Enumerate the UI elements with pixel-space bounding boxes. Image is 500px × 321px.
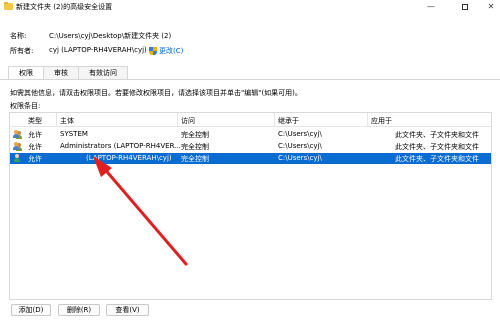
- owner-label: 所有者:: [10, 47, 34, 55]
- add-button[interactable]: 添加(D): [11, 304, 51, 316]
- group-user-icon: [13, 142, 22, 151]
- row-applies: 此文件夹、子文件夹和文件: [395, 131, 479, 139]
- minimize-button[interactable]: —: [418, 0, 444, 13]
- row-access: 完全控制: [181, 143, 209, 151]
- column-header-access[interactable]: 访问: [181, 116, 195, 126]
- row-principal: (LAPTOP-RH4VERAH\cyj): [86, 154, 172, 162]
- permission-entries-label: 权限条目:: [10, 102, 41, 110]
- delete-button[interactable]: 删除(R): [58, 304, 100, 316]
- tab-permissions[interactable]: 权限: [8, 66, 44, 80]
- tab-auditing[interactable]: 审核: [43, 66, 79, 79]
- owner-value: cyj (LAPTOP-RH4VERAH\cyj): [49, 46, 147, 54]
- column-divider[interactable]: [177, 113, 178, 127]
- title-bar: 新建文件夹 (2)的高级安全设置 — ✕: [0, 0, 500, 14]
- column-divider[interactable]: [274, 113, 275, 127]
- permission-entries-table[interactable]: 类型 主体 访问 继承于 应用于 允许 SYSTEM 完全控制 C:\Users…: [9, 112, 492, 300]
- single-user-icon: [13, 154, 22, 163]
- row-inherited: C:\Users\cyj\: [278, 154, 322, 162]
- table-header: 类型 主体 访问 继承于 应用于: [10, 113, 491, 127]
- permissions-description: 如需其他信息，请双击权限项目。若要修改权限项目，请选择该项目并单击"编辑"(如果…: [10, 89, 302, 97]
- table-row[interactable]: 允许 SYSTEM 完全控制 C:\Users\cyj\ 此文件夹、子文件夹和文…: [10, 129, 491, 140]
- maximize-button[interactable]: [452, 0, 478, 13]
- change-owner-link[interactable]: 更改(C): [149, 46, 183, 56]
- column-divider[interactable]: [367, 113, 368, 127]
- row-principal: SYSTEM: [60, 130, 88, 138]
- row-type: 允许: [28, 155, 42, 163]
- change-owner-label: 更改(C): [159, 47, 184, 55]
- tab-strip: 权限 审核 有效访问: [8, 66, 128, 80]
- name-label: 名称:: [10, 32, 27, 40]
- name-value: C:\Users\cyj\Desktop\新建文件夹 (2): [49, 32, 172, 40]
- row-principal: Administrators (LAPTOP-RH4VER...: [60, 142, 181, 150]
- table-row[interactable]: 允许 Administrators (LAPTOP-RH4VER... 完全控制…: [10, 141, 491, 152]
- close-button[interactable]: ✕: [478, 0, 500, 13]
- view-button[interactable]: 查看(V): [106, 304, 149, 316]
- column-header-applies[interactable]: 应用于: [371, 116, 392, 126]
- maximize-icon: [462, 3, 468, 10]
- uac-shield-icon: [149, 47, 157, 55]
- row-inherited: C:\Users\cyj\: [278, 142, 322, 150]
- column-header-type[interactable]: 类型: [28, 116, 42, 126]
- row-applies: 此文件夹、子文件夹和文件: [395, 155, 479, 163]
- window-title: 新建文件夹 (2)的高级安全设置: [16, 3, 113, 11]
- row-inherited: C:\Users\cyj\: [278, 130, 322, 138]
- row-type: 允许: [28, 131, 42, 139]
- column-divider[interactable]: [56, 113, 57, 127]
- tab-divider: [0, 79, 500, 80]
- column-header-principal[interactable]: 主体: [60, 116, 74, 126]
- row-access: 完全控制: [181, 131, 209, 139]
- row-applies: 此文件夹、子文件夹和文件: [395, 143, 479, 151]
- row-access: 完全控制: [181, 155, 209, 163]
- column-header-inherited[interactable]: 继承于: [278, 116, 299, 126]
- row-type: 允许: [28, 143, 42, 151]
- table-row-selected[interactable]: 允许 (LAPTOP-RH4VERAH\cyj) 完全控制 C:\Users\c…: [10, 153, 491, 164]
- group-user-icon: [13, 130, 22, 139]
- tab-effective-access[interactable]: 有效访问: [78, 66, 128, 79]
- folder-icon: [4, 2, 13, 10]
